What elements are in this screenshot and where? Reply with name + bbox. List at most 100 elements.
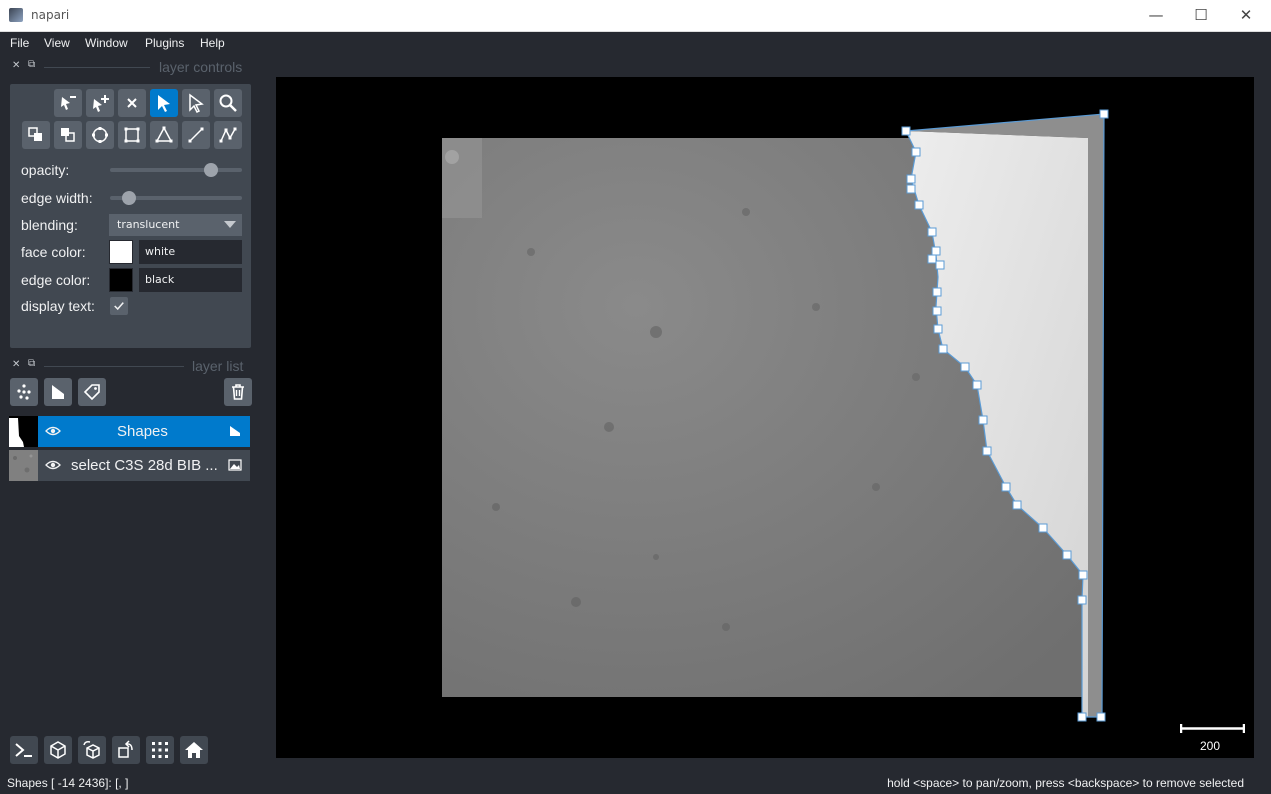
- viewer-canvas[interactable]: [276, 77, 1254, 758]
- menu-view[interactable]: View: [44, 36, 70, 50]
- polygon-icon: [155, 126, 173, 143]
- layer-controls-title: layer controls: [159, 59, 243, 75]
- blending-label: blending:: [21, 217, 78, 233]
- remove-vertex-button[interactable]: [54, 89, 82, 117]
- grid-view-button[interactable]: [146, 736, 174, 764]
- close-dock-icon[interactable]: ✕: [12, 60, 20, 71]
- add-path-button[interactable]: [214, 121, 242, 149]
- layer-item-image[interactable]: select C3S 28d BIB ...: [9, 450, 250, 481]
- direct-select-icon: [189, 93, 204, 113]
- roll-cube-icon: [83, 741, 100, 759]
- napari-app-icon: [9, 8, 23, 22]
- dock-divider: [44, 67, 150, 68]
- opacity-label: opacity:: [21, 162, 70, 178]
- move-to-back-button[interactable]: [54, 121, 82, 149]
- status-help: hold <space> to pan/zoom, press <backspa…: [887, 776, 1244, 790]
- direct-select-button[interactable]: [182, 89, 210, 117]
- delete-icon: [127, 98, 137, 108]
- delete-shape-button[interactable]: [118, 89, 146, 117]
- menu-window[interactable]: Window: [85, 36, 128, 50]
- window-title: napari: [31, 8, 70, 22]
- shapes-type-icon: [230, 426, 240, 436]
- scale-bar-label: 200: [1200, 739, 1221, 753]
- move-back-icon: [61, 128, 75, 142]
- menu-file[interactable]: File: [10, 36, 29, 50]
- rectangle-icon: [124, 127, 140, 143]
- edge-color-input[interactable]: black: [139, 268, 242, 292]
- select-arrow-icon: [158, 95, 170, 112]
- select-shapes-button[interactable]: [150, 89, 178, 117]
- ndisplay-button[interactable]: [44, 736, 72, 764]
- move-front-icon: [28, 127, 42, 141]
- visibility-eye-icon[interactable]: [45, 424, 61, 438]
- new-points-layer-button[interactable]: [10, 378, 38, 406]
- new-shapes-layer-button[interactable]: [44, 378, 72, 406]
- layer-name: Shapes: [117, 423, 168, 440]
- move-to-front-button[interactable]: [22, 121, 50, 149]
- close-window-button[interactable]: ✕: [1231, 5, 1261, 25]
- add-rectangle-button[interactable]: [118, 121, 146, 149]
- add-ellipse-button[interactable]: [86, 121, 114, 149]
- maximize-button[interactable]: ☐: [1186, 5, 1216, 25]
- face-color-label: face color:: [21, 244, 86, 260]
- cube-outline-icon: [50, 741, 66, 759]
- menu-plugins[interactable]: Plugins: [145, 36, 184, 50]
- console-button[interactable]: [10, 736, 38, 764]
- delete-layer-button[interactable]: [224, 378, 252, 406]
- layer-list-title: layer list: [192, 358, 244, 374]
- transpose-icon: [118, 740, 133, 758]
- float-dock-icon[interactable]: ⧉: [28, 358, 35, 369]
- face-color-input[interactable]: white: [139, 240, 242, 264]
- edge-width-slider-handle[interactable]: [121, 191, 136, 205]
- grid-icon: [152, 742, 168, 758]
- pan-zoom-button[interactable]: [214, 89, 242, 117]
- shapes-icon: [52, 385, 64, 399]
- status-coordinates: Shapes [ -14 2436]: [, ]: [7, 776, 129, 790]
- add-line-button[interactable]: [182, 121, 210, 149]
- status-bar: Shapes [ -14 2436]: [, ] hold <space> to…: [0, 772, 1271, 794]
- path-icon: [219, 127, 237, 143]
- dock-divider: [44, 366, 184, 367]
- edge-color-swatch[interactable]: [109, 268, 133, 292]
- display-text-checkbox[interactable]: [110, 297, 128, 315]
- ellipse-icon: [92, 127, 108, 143]
- display-text-label: display text:: [21, 298, 95, 314]
- transpose-dims-button[interactable]: [112, 736, 140, 764]
- image-type-icon: [228, 459, 242, 471]
- checkmark-icon: [114, 302, 124, 311]
- home-icon: [185, 742, 203, 758]
- blending-dropdown[interactable]: translucent: [109, 214, 242, 236]
- magnifier-icon: [219, 94, 237, 112]
- close-dock-icon[interactable]: ✕: [12, 359, 20, 370]
- layer-name: select C3S 28d BIB ...: [71, 457, 218, 474]
- points-icon: [17, 384, 31, 400]
- blending-value: translucent: [117, 218, 180, 231]
- image-layer-thumbnail: [9, 450, 38, 481]
- window-titlebar: napari — ☐ ✕: [0, 0, 1271, 32]
- canvas-scene[interactable]: [276, 77, 1254, 758]
- opacity-slider[interactable]: [110, 168, 242, 172]
- edge-color-label: edge color:: [21, 272, 91, 288]
- add-polygon-button[interactable]: [150, 121, 178, 149]
- visibility-eye-icon[interactable]: [45, 458, 61, 472]
- menu-help[interactable]: Help: [200, 36, 225, 50]
- face-color-swatch[interactable]: [109, 240, 133, 264]
- menu-bar: File View Window Plugins Help: [0, 32, 1271, 54]
- edge-width-label: edge width:: [21, 190, 93, 206]
- add-vertex-button[interactable]: [86, 89, 114, 117]
- layer-item-shapes[interactable]: Shapes: [9, 416, 250, 447]
- label-tag-icon: [83, 384, 100, 401]
- scale-bar: [1180, 724, 1245, 733]
- shapes-layer-thumbnail: [9, 416, 38, 447]
- add-vertex-icon: [93, 95, 109, 112]
- line-icon: [188, 127, 204, 143]
- minimize-button[interactable]: —: [1141, 5, 1171, 25]
- chevron-down-icon: [224, 221, 236, 228]
- remove-vertex-icon: [61, 96, 76, 110]
- trash-icon: [232, 384, 244, 400]
- roll-dims-button[interactable]: [78, 736, 106, 764]
- float-dock-icon[interactable]: ⧉: [28, 59, 35, 70]
- terminal-icon: [15, 743, 32, 757]
- new-labels-layer-button[interactable]: [78, 378, 106, 406]
- reset-view-button[interactable]: [180, 736, 208, 764]
